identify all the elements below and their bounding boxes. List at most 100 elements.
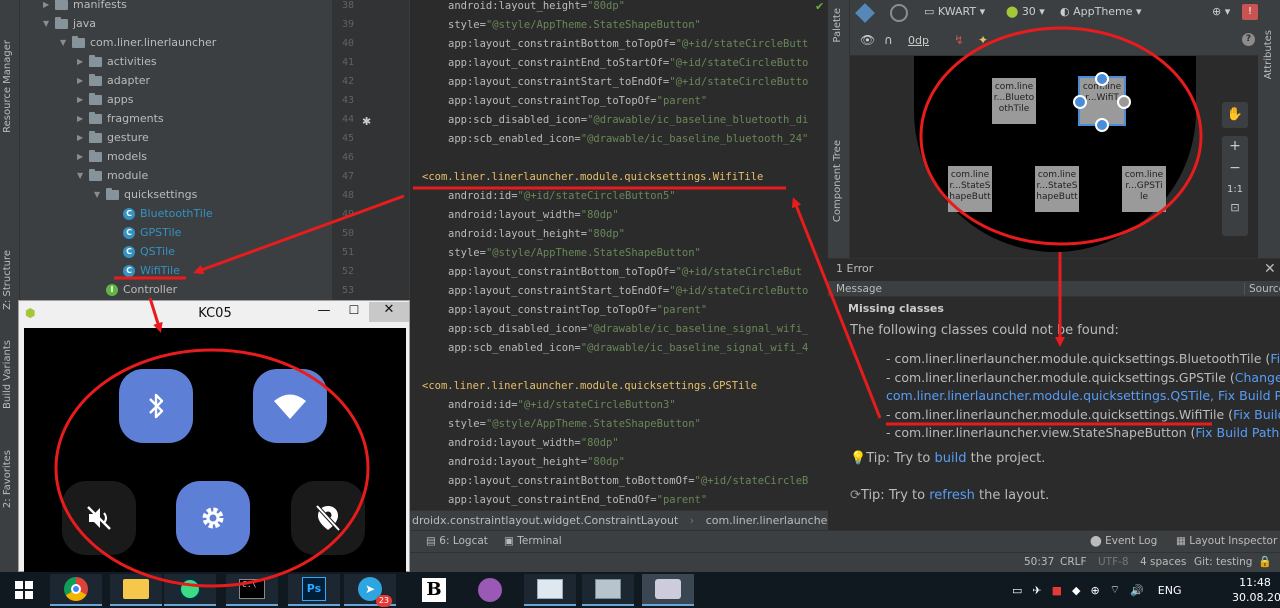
git-branch[interactable]: Git: testing [1194,556,1252,568]
build-link[interactable]: build [935,451,967,466]
column-source[interactable]: Source [1244,283,1280,295]
tree-item[interactable]: ▶ gesture [77,128,149,147]
tab-resource-manager[interactable]: Resource Manager [2,40,13,133]
expand-arrow-icon[interactable]: ▼ [94,190,106,199]
tree-item[interactable]: C GPSTile [111,223,181,242]
maximize-button[interactable]: ☐ [339,303,369,321]
tab-palette[interactable]: Palette [832,8,843,43]
preview-tile[interactable]: com.line r...StateS hapeButt [1035,166,1079,212]
fix-link[interactable]: Change t [1235,370,1280,385]
close-icon[interactable]: ✕ [1264,261,1276,277]
clock[interactable]: 11:48 30.08.202 [1232,575,1280,605]
constraint-handle[interactable] [1095,118,1109,132]
fix-link[interactable]: Fix B [1270,351,1280,366]
preview-tile[interactable]: com.line r...StateS hapeButt [948,166,992,212]
help-icon[interactable]: ? [1242,33,1255,46]
cursor-position[interactable]: 50:37 [1024,556,1054,568]
breadcrumb-item[interactable]: droidx.constraintlayout.widget.Constrain… [412,514,678,527]
zoom-fit-icon[interactable]: ⊡ [1222,201,1248,214]
code-line[interactable]: android:layout_height="80dp" [448,0,625,16]
expand-arrow-icon[interactable]: ▶ [77,76,89,85]
code-line[interactable]: app:layout_constraintTop_toTopOf="parent… [448,301,707,320]
expand-arrow-icon[interactable]: ▶ [77,57,89,66]
volume-icon[interactable]: 🔊 [1130,584,1144,597]
layout-inspector-tab[interactable]: ▦ Layout Inspector [1176,535,1277,547]
layers-icon[interactable] [855,3,875,23]
code-line[interactable]: android:id="@+id/stateCircleButton3" [448,396,676,415]
bluetooth-tile[interactable] [119,369,193,443]
code-line[interactable]: app:layout_constraintBottom_toBottomOf="… [448,472,808,491]
tab-structure[interactable]: Z: Structure [2,250,13,310]
constraint-handle[interactable] [1117,95,1131,109]
location-tile[interactable] [291,481,365,555]
expand-arrow-icon[interactable]: ▼ [43,19,55,28]
taskbar-app-window[interactable] [524,574,576,606]
expand-arrow-icon[interactable]: ▶ [77,114,89,123]
tree-item[interactable]: C QSTile [111,242,175,261]
magnet-icon[interactable]: ∩ [884,33,893,47]
taskbar-chrome[interactable] [50,574,102,606]
file-encoding[interactable]: UTF-8 [1098,556,1129,568]
eye-icon[interactable]: 👁 [860,33,875,47]
taskbar-app-b[interactable]: B [408,574,460,606]
tree-item[interactable]: ▼ quicksettings [94,185,197,204]
code-line[interactable]: app:layout_constraintStart_toEndOf="@+id… [448,282,808,301]
column-message[interactable]: Message [836,283,882,295]
code-line[interactable]: app:layout_constraintEnd_toEndOf="parent… [448,491,707,510]
code-editor[interactable]: android:layout_height="80dp" style="@styl… [410,0,828,510]
code-line[interactable]: <com.liner.linerlauncher.module.quickset… [422,377,757,396]
code-line[interactable]: app:layout_constraintTop_toTopOf="parent… [448,92,707,111]
code-line[interactable]: android:layout_width="80dp" [448,206,619,225]
fix-link[interactable]: Fix Build Path, E [1195,425,1280,440]
code-line[interactable]: android:id="@+id/stateCircleButton5" [448,187,676,206]
zoom-in-icon[interactable]: + [1222,138,1248,154]
device-select[interactable]: ▭ KWART ▾ [924,5,985,18]
emulator-screen[interactable] [24,328,406,572]
tree-item[interactable]: ▼ com.liner.linerlauncher [60,33,216,52]
api-select[interactable]: ⬤ 30 ▾ [1006,5,1045,18]
settings-tile[interactable] [176,481,250,555]
wifi-tray-icon[interactable]: ⌔ [1110,583,1120,597]
network-icon[interactable]: ▭ [1012,584,1022,597]
fix-link[interactable]: Fix Build F [1233,407,1280,422]
fix-link[interactable]: com.liner.linerlauncher.module.quicksett… [886,388,1280,403]
logcat-tab[interactable]: ▤ 6: Logcat [426,535,488,547]
code-line[interactable]: <com.liner.linerlauncher.module.quickset… [422,168,763,187]
input-language[interactable]: ENG [1158,584,1182,597]
code-line[interactable]: android:layout_height="80dp" [448,453,625,472]
expand-arrow-icon[interactable]: ▶ [77,95,89,104]
design-surface[interactable]: com.line r...Blueto othTile com.line r..… [850,56,1258,258]
code-line[interactable]: app:scb_disabled_icon="@drawable/ic_base… [448,111,808,130]
event-log-tab[interactable]: ⬤ Event Log [1090,535,1157,547]
tree-item[interactable]: C WifiTile [111,261,180,280]
code-line[interactable]: app:layout_constraintStart_toEndOf="@+id… [448,73,808,92]
taskbar-terminal[interactable]: C:\ [226,574,278,606]
code-line[interactable]: android:layout_height="80dp" [448,225,625,244]
indent-setting[interactable]: 4 spaces [1140,556,1186,568]
preview-tile[interactable]: com.line r...Blueto othTile [992,78,1036,124]
tree-item[interactable]: ▼ module [77,166,148,185]
error-badge-icon[interactable]: ! [1242,4,1258,20]
tray-icon[interactable]: ◆ [1072,584,1080,597]
tab-build-variants[interactable]: Build Variants [2,340,13,409]
expand-arrow-icon[interactable]: ▶ [77,152,89,161]
wifi-tile[interactable] [253,369,327,443]
minimize-button[interactable]: — [309,303,339,321]
taskbar-photoshop[interactable]: Ps [288,574,340,606]
expand-arrow-icon[interactable]: ▼ [60,38,72,47]
pan-icon[interactable]: ✋ [1222,102,1248,128]
tray-icon[interactable]: ■ [1052,584,1062,597]
taskbar-app-cat[interactable] [464,574,516,606]
lock-icon[interactable]: 🔒 [1258,555,1272,568]
tree-item[interactable]: C BluetoothTile [111,204,213,223]
code-line[interactable]: android:layout_width="80dp" [448,434,619,453]
default-margin[interactable]: 0dp [908,34,929,47]
tree-item[interactable]: ▶ models [77,147,147,166]
code-line[interactable]: style="@style/AppTheme.StateShapeButton" [448,244,701,263]
expand-arrow-icon[interactable]: ▶ [43,0,55,9]
tree-item[interactable]: ▶ fragments [77,109,164,128]
tree-item[interactable]: ▶ adapter [77,71,150,90]
code-line[interactable]: app:layout_constraintEnd_toStartOf="@+id… [448,54,808,73]
taskbar-android-studio[interactable] [164,574,216,606]
terminal-tab[interactable]: ▣ Terminal [504,535,562,547]
